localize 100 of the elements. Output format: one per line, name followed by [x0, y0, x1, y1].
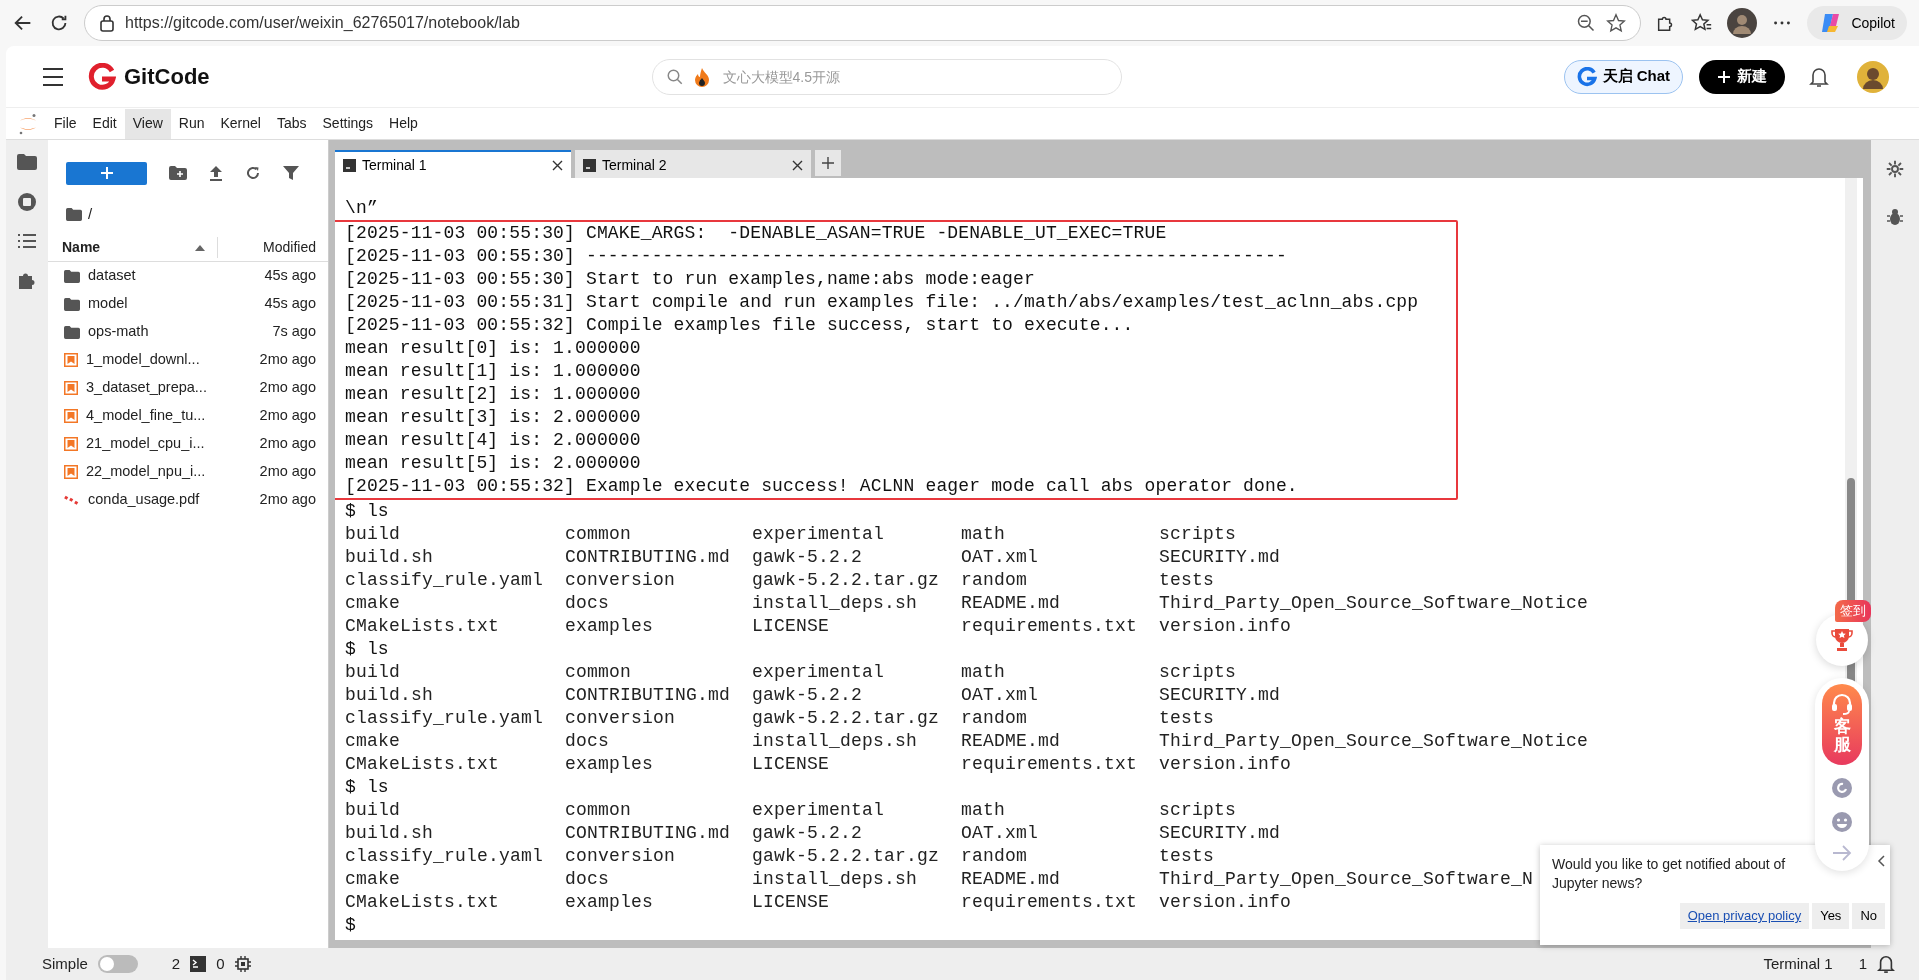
terminal-text: docs [565, 868, 610, 891]
file-name[interactable]: 3_dataset_prepa... [86, 377, 228, 399]
terminal-text: OAT.xml [961, 684, 1039, 707]
terminal-text: scripts [1159, 661, 1236, 684]
terminal-text: classify_rule.yaml [345, 569, 545, 592]
file-name[interactable]: ops-math [88, 321, 228, 343]
terminal-line: $ ls [345, 500, 389, 523]
modified-time: 2mo ago [258, 350, 317, 370]
terminal-text: version.info [1159, 753, 1292, 776]
terminal-text: common [565, 799, 632, 822]
breadcrumb-link[interactable]: / [88, 202, 93, 226]
terminal-text: math [961, 799, 1006, 822]
terminal-text: build [345, 799, 401, 822]
modified-time: 7s ago [271, 322, 317, 342]
terminal-text: random [961, 707, 1028, 730]
terminal-text: docs [565, 592, 610, 615]
terminal-text: gawk-5.2.2.tar.gz [752, 845, 941, 868]
terminal-text: classify_rule.yaml [345, 845, 545, 868]
terminal-text: conversion [565, 707, 677, 730]
terminal-text: Third_Party_Open_Source_Software_Notice [1159, 730, 1589, 753]
terminal-text: math [961, 661, 1006, 684]
terminal-text: README.md [961, 730, 1062, 753]
customer-service-button[interactable]: 客服 [1822, 683, 1862, 765]
terminal-text: conversion [565, 845, 677, 868]
brand-name[interactable]: GitCode [124, 60, 210, 93]
menu-item[interactable]: View [124, 108, 171, 139]
terminal-text: Third_Party_Open_Source_Software_N [1159, 868, 1534, 891]
terminal-line: mean result[2] is: 1.000000 [345, 383, 641, 406]
terminal-text: CONTRIBUTING.md [565, 822, 732, 845]
terminal-line: $ ls [345, 776, 389, 799]
file-name[interactable]: conda_usage.pdf [88, 489, 228, 511]
terminal-text: build.sh [345, 546, 434, 569]
menu-item[interactable]: Edit [84, 108, 125, 139]
terminal-text: README.md [961, 868, 1062, 891]
terminal-text: README.md [961, 592, 1062, 615]
terminal-text: experimental [752, 799, 886, 822]
file-name[interactable]: 21_model_cpu_i... [86, 433, 228, 455]
address-bar[interactable]: https://gitcode.com/user/weixin_62765017/notebook/lab [84, 5, 1642, 41]
column-header[interactable]: Name [62, 237, 101, 258]
terminal-text: common [565, 661, 632, 684]
file-name[interactable]: 4_model_fine_tu... [86, 405, 228, 427]
terminal-text: gawk-5.2.2.tar.gz [752, 707, 941, 730]
menu-item[interactable]: Settings [314, 108, 382, 139]
terminal-text: cmake [345, 730, 401, 753]
terminal-text: LICENSE [752, 615, 830, 638]
menu-item[interactable]: Run [170, 108, 213, 139]
terminal-text: requirements.txt [961, 753, 1139, 776]
terminal-text: install_deps.sh [752, 868, 919, 891]
terminal-line: mean result[5] is: 2.000000 [345, 452, 641, 475]
terminal-line: mean result[4] is: 2.000000 [345, 429, 641, 452]
terminal-text: random [961, 569, 1028, 592]
terminal-text: SECURITY.md [1159, 684, 1281, 707]
file-name[interactable]: 1_model_downl... [86, 349, 228, 371]
copilot-button[interactable]: Copilot [1807, 6, 1907, 40]
terminal-line: mean result[0] is: 1.000000 [345, 337, 641, 360]
menu-item[interactable]: Help [381, 108, 426, 139]
modified-time: 45s ago [263, 266, 317, 286]
terminal-text: requirements.txt [961, 891, 1139, 914]
terminal-tab[interactable]: Terminal 2 [575, 150, 811, 178]
new-button[interactable]: 新建 [1699, 59, 1785, 94]
file-name[interactable]: 22_model_npu_i... [86, 461, 228, 483]
check-in-badge[interactable]: 签到 [1835, 600, 1871, 622]
terminal-text: requirements.txt [961, 615, 1139, 638]
terminal-line: $ ls [345, 638, 389, 661]
terminal-text: OAT.xml [961, 546, 1039, 569]
modified-time: 2mo ago [258, 434, 317, 454]
terminal-line: [2025-11-03 00:55:31] Start compile and run examples file: ../math/abs/examples/test_aclnn_abs.cpp [345, 291, 1419, 314]
terminal-text: build [345, 661, 401, 684]
terminal-text: random [961, 845, 1028, 868]
terminal-text: OAT.xml [961, 822, 1039, 845]
terminal-text: LICENSE [752, 753, 830, 776]
file-name[interactable]: model [88, 293, 228, 315]
column-header[interactable]: Modified [218, 237, 328, 258]
terminal-text: CMakeLists.txt [345, 753, 501, 776]
chat-button[interactable]: 天启 Chat [1563, 59, 1683, 94]
terminal-text: common [565, 523, 632, 546]
popup-button[interactable]: Yes [1812, 903, 1850, 929]
modified-time: 2mo ago [258, 490, 317, 510]
terminal-text: build.sh [345, 684, 434, 707]
search-field[interactable]: 文心大模型4.5开源 [651, 58, 1122, 95]
popup-button[interactable]: No [1852, 903, 1885, 929]
terminal-tab[interactable]: Terminal 1 [335, 150, 571, 178]
terminal-text: cmake [345, 868, 401, 891]
terminal-text: gawk-5.2.2 [752, 822, 864, 845]
terminal-text: SECURITY.md [1159, 822, 1281, 845]
terminal-text: Third_Party_Open_Source_Software_Notice [1159, 592, 1589, 615]
menu-item[interactable]: Tabs [268, 108, 315, 139]
menu-item[interactable]: File [46, 108, 85, 139]
terminal-line: \n” [345, 197, 378, 220]
notification-count: 1 [1858, 953, 1867, 974]
terminal-text: SECURITY.md [1159, 546, 1281, 569]
terminal-text: gawk-5.2.2 [752, 546, 864, 569]
terminal-text: gawk-5.2.2.tar.gz [752, 569, 941, 592]
terminal-line: $ [345, 914, 356, 937]
terminal-text: LICENSE [752, 891, 830, 914]
privacy-policy-button[interactable]: Open privacy policy [1679, 903, 1810, 929]
file-name[interactable]: dataset [88, 265, 228, 287]
terminal-line: mean result[1] is: 1.000000 [345, 360, 641, 383]
terminal-text: gawk-5.2.2 [752, 684, 864, 707]
menu-item[interactable]: Kernel [212, 108, 269, 139]
